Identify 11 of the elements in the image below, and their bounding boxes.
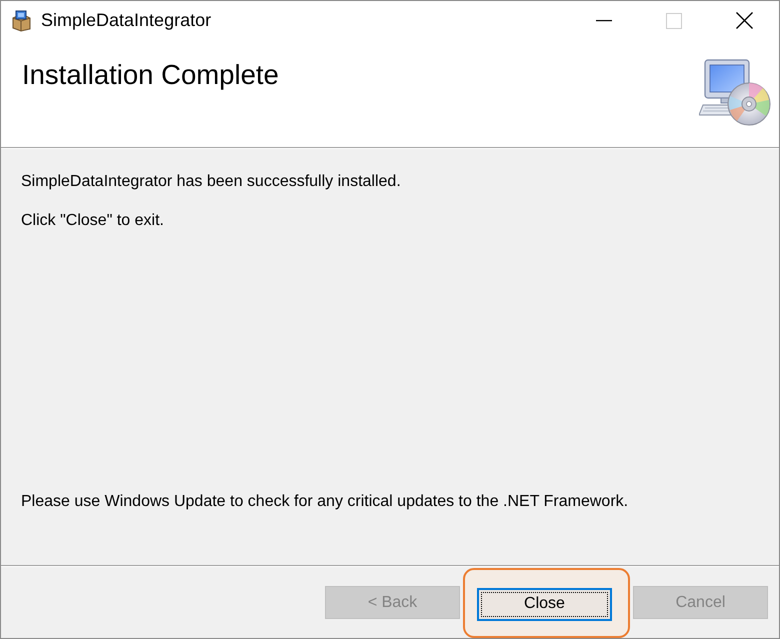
computer-disc-icon xyxy=(699,58,771,126)
message-text: SimpleDataIntegrator has been successfully installed. xyxy=(21,172,402,192)
close-icon xyxy=(736,12,752,29)
close-button[interactable]: Close xyxy=(477,588,612,620)
window-title: SimpleDataIntegrator xyxy=(41,10,212,31)
update-notice-text: Please use Windows Update to check for any critical updates to the .NET Framework. xyxy=(21,492,630,512)
minimize-icon xyxy=(596,20,612,22)
package-icon xyxy=(11,10,32,32)
dialog-heading: Installation Complete xyxy=(22,59,279,91)
message-text: Click "Close" to exit. xyxy=(21,211,165,231)
maximize-icon xyxy=(666,12,682,28)
